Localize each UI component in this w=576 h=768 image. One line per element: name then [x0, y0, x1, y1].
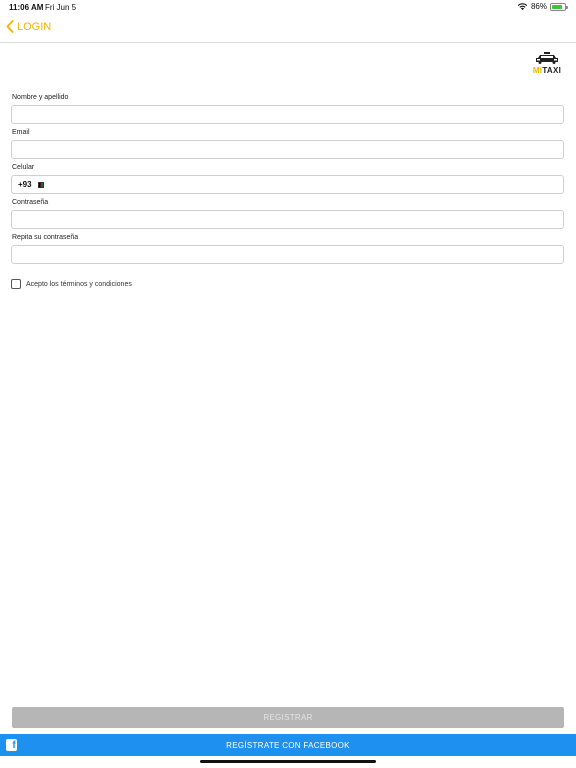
register-screen: 11:06 AM Fri Jun 5 86% LOGIN MITAXI Nomb… [0, 0, 576, 768]
facebook-icon: f [6, 739, 17, 751]
home-indicator [200, 760, 376, 763]
email-input[interactable] [11, 140, 564, 159]
battery-icon [550, 2, 568, 11]
name-label: Nombre y apellido [12, 94, 69, 101]
taxi-car-icon [536, 52, 558, 64]
brand-name: MITAXI [529, 66, 565, 75]
status-bar: 11:06 AM Fri Jun 5 86% [0, 0, 576, 14]
email-label: Email [12, 129, 30, 136]
phone-label: Celular [12, 164, 35, 171]
confirm-password-label: Repita su contraseña [12, 234, 79, 241]
brand-name-suffix: TAXI [542, 66, 562, 75]
status-indicators: 86% [517, 2, 568, 11]
brand-logo: MITAXI [529, 52, 565, 76]
back-button-label: LOGIN [17, 20, 52, 33]
password-label: Contraseña [12, 199, 49, 206]
terms-label: Acepto los términos y condiciones [26, 280, 132, 288]
confirm-password-input[interactable] [11, 245, 564, 264]
terms-checkbox[interactable] [11, 279, 21, 289]
wifi-icon [517, 3, 528, 11]
chevron-left-icon [6, 20, 14, 33]
password-input[interactable] [11, 210, 564, 229]
phone-input[interactable]: +93 [11, 175, 564, 194]
facebook-register-button[interactable]: f REGÍSTRATE CON FACEBOOK [0, 734, 576, 756]
battery-percent: 86% [530, 2, 547, 11]
country-code[interactable]: +93 [18, 180, 32, 189]
terms-row: Acepto los términos y condiciones [11, 279, 132, 289]
status-time: 11:06 AM [9, 3, 44, 12]
register-button[interactable]: REGISTRAR [12, 707, 564, 728]
status-date: Fri Jun 5 [45, 3, 77, 12]
facebook-register-label: REGÍSTRATE CON FACEBOOK [226, 740, 350, 750]
name-input[interactable] [11, 105, 564, 124]
nav-bar: LOGIN [0, 14, 576, 43]
brand-name-prefix: MI [532, 66, 543, 75]
back-to-login-button[interactable]: LOGIN [6, 20, 51, 33]
flag-icon [37, 181, 44, 188]
battery-fill [552, 4, 563, 9]
